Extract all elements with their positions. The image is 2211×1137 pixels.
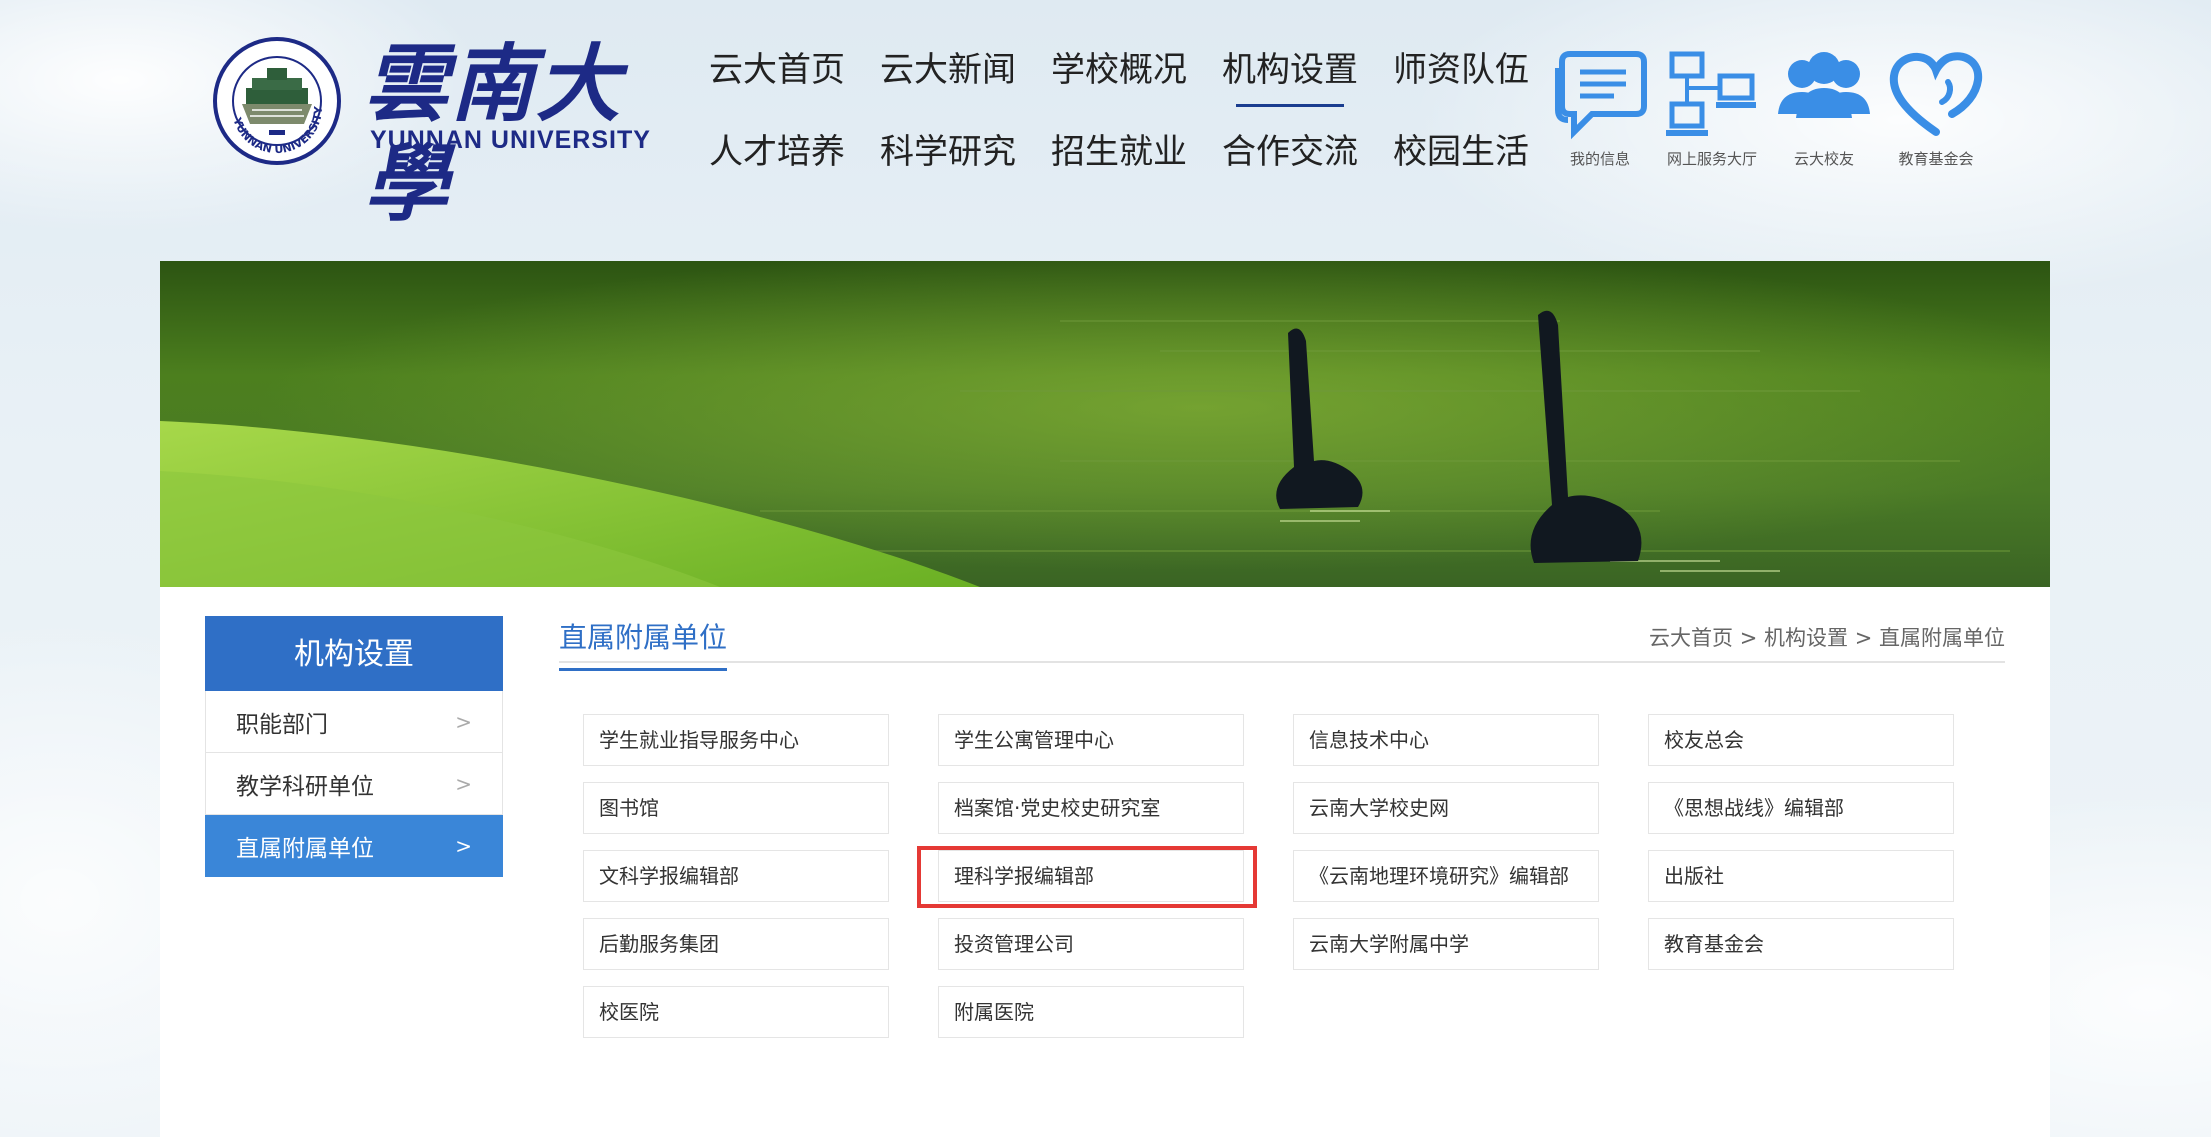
chevron-right-icon: > <box>455 771 472 796</box>
unit-link[interactable]: 文科学报编辑部 <box>583 850 889 902</box>
quick-link-label: 网上服务大厅 <box>1666 150 1757 168</box>
nav-education[interactable]: 人才培养 <box>709 124 845 173</box>
quick-link-label: 教育基金会 <box>1898 150 1974 168</box>
quick-link-label: 我的信息 <box>1569 150 1630 168</box>
section-header: 直属附属单位 云大首页 > 机构设置 > 直属附属单位 <box>559 616 2005 671</box>
nav-admissions[interactable]: 招生就业 <box>1051 124 1187 173</box>
sidebar-item-functional-departments[interactable]: 职能部门 > <box>205 691 503 753</box>
alumni-icon <box>1778 52 1870 118</box>
unit-link[interactable]: 出版社 <box>1648 850 1954 902</box>
unit-link[interactable]: 附属医院 <box>938 986 1244 1038</box>
breadcrumb-organization[interactable]: 机构设置 <box>1764 626 1848 650</box>
breadcrumb-separator: > <box>1854 626 1873 650</box>
unit-link[interactable]: 《思想战线》编辑部 <box>1648 782 1954 834</box>
quick-link-foundation[interactable]: 教育基金会 <box>1881 48 1991 169</box>
nav-home[interactable]: 云大首页 <box>709 42 845 91</box>
section-title: 直属附属单位 <box>559 616 728 671</box>
nav-cooperation[interactable]: 合作交流 <box>1222 124 1358 173</box>
sidebar: 机构设置 职能部门 > 教学科研单位 > 直属附属单位 > <box>205 616 503 877</box>
nav-campus-life[interactable]: 校园生活 <box>1393 124 1529 173</box>
message-icon <box>1555 51 1647 140</box>
sidebar-item-label: 直属附属单位 <box>236 835 374 862</box>
sidebar-item-affiliated-units[interactable]: 直属附属单位 > <box>205 815 503 877</box>
unit-link[interactable]: 学生公寓管理中心 <box>938 714 1244 766</box>
breadcrumb: 云大首页 > 机构设置 > 直属附属单位 <box>1649 622 2005 652</box>
sidebar-title: 机构设置 <box>205 616 503 691</box>
chevron-right-icon: > <box>455 833 472 858</box>
highlight-box <box>917 846 1257 908</box>
nav-faculty[interactable]: 师资队伍 <box>1393 42 1529 91</box>
nav-research[interactable]: 科学研究 <box>880 124 1016 173</box>
unit-link[interactable]: 信息技术中心 <box>1293 714 1599 766</box>
unit-link[interactable]: 校友总会 <box>1648 714 1954 766</box>
unit-link[interactable]: 投资管理公司 <box>938 918 1244 970</box>
banner-image <box>160 261 2050 587</box>
sidebar-item-label: 职能部门 <box>236 711 328 738</box>
nav-news[interactable]: 云大新闻 <box>880 42 1016 91</box>
sidebar-item-teaching-research-units[interactable]: 教学科研单位 > <box>205 753 503 815</box>
quick-link-my-info[interactable]: 我的信息 <box>1545 48 1655 169</box>
unit-link[interactable]: 后勤服务集团 <box>583 918 889 970</box>
quick-link-online-service[interactable]: 网上服务大厅 <box>1657 48 1767 169</box>
breadcrumb-home[interactable]: 云大首页 <box>1649 626 1733 650</box>
sidebar-item-label: 教学科研单位 <box>236 773 374 800</box>
breadcrumb-current: 直属附属单位 <box>1879 626 2005 650</box>
logo-english-name: YUNNAN UNIVERSITY <box>370 126 651 154</box>
breadcrumb-separator: > <box>1739 626 1758 650</box>
unit-link[interactable]: 图书馆 <box>583 782 889 834</box>
quick-link-alumni[interactable]: 云大校友 <box>1769 48 1879 169</box>
unit-link[interactable]: 云南大学附属中学 <box>1293 918 1599 970</box>
unit-link[interactable]: 教育基金会 <box>1648 918 1954 970</box>
black-swans-lake-image <box>160 261 2050 587</box>
unit-link[interactable]: 档案馆·党史校史研究室 <box>938 782 1244 834</box>
quick-link-label: 云大校友 <box>1793 150 1854 168</box>
unit-link[interactable]: 云南大学校史网 <box>1293 782 1599 834</box>
unit-link[interactable]: 校医院 <box>583 986 889 1038</box>
network-service-icon <box>1666 51 1756 136</box>
university-seal-icon: YUNNAN UNIVERSITY <box>213 37 341 165</box>
unit-link[interactable]: 《云南地理环境研究》编辑部 <box>1293 850 1599 902</box>
unit-link[interactable]: 学生就业指导服务中心 <box>583 714 889 766</box>
nav-organization[interactable]: 机构设置 <box>1222 42 1358 107</box>
heart-icon <box>1889 52 1983 136</box>
chevron-right-icon: > <box>455 709 472 734</box>
university-logo[interactable]: YUNNAN UNIVERSITY 雲南大學 YUNNAN UNIVERSITY <box>212 34 652 233</box>
nav-about[interactable]: 学校概况 <box>1051 42 1187 91</box>
